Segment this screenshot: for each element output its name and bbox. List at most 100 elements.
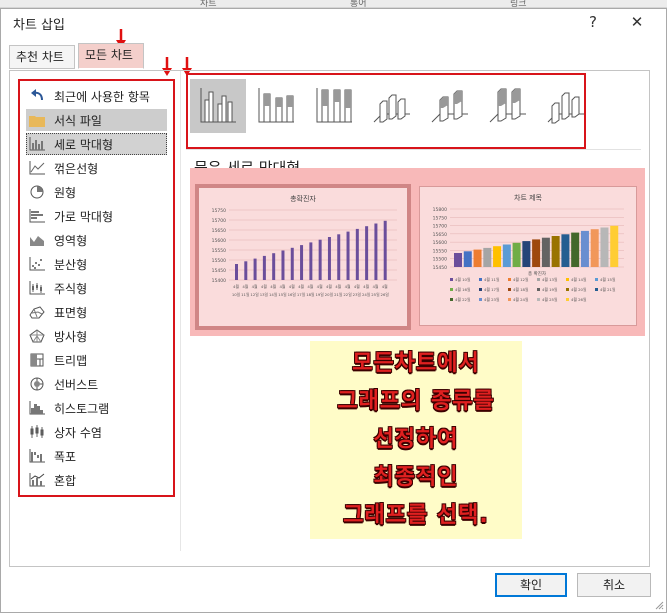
chart-subtype-gallery (186, 73, 586, 149)
category-radar[interactable]: 방사형 (26, 325, 167, 347)
stacked-100-column-icon[interactable] (306, 79, 362, 133)
category-histogram[interactable]: 히스토그램 (26, 397, 167, 419)
column-chart-icon (28, 136, 46, 152)
y-tick-label: 15600 (433, 240, 447, 246)
category-treemap[interactable]: 트리맵 (26, 349, 167, 371)
waterfall-icon (28, 448, 46, 464)
category-label: 세로 막대형 (54, 137, 114, 152)
close-button[interactable]: ✕ (627, 12, 647, 32)
y-tick-label: 15750 (212, 208, 226, 214)
legend-label: 4월 21일 (600, 287, 616, 292)
cancel-button[interactable]: 취소 (577, 573, 651, 597)
subtype-separator (186, 149, 641, 150)
category-line[interactable]: 꺾은선형 (26, 157, 167, 179)
stacked-column-icon[interactable] (248, 79, 304, 133)
x-tick-label: 19일 (315, 292, 324, 297)
preview-bar (327, 237, 331, 280)
category-label: 표면형 (54, 305, 88, 320)
preview-bar (493, 246, 502, 267)
x-tick-label: 4월 (382, 284, 388, 289)
category-label: 가로 막대형 (54, 209, 114, 224)
preview-chart-plot: 15800 15750 15700 15650 15600 15550 15500 15450… (433, 207, 624, 302)
ok-button[interactable]: 확인 (495, 573, 567, 597)
background-cell: 링크 (510, 0, 527, 8)
category-stock[interactable]: 주식형 (26, 277, 167, 299)
3d-stacked-100-column-icon[interactable] (480, 79, 536, 133)
radar-chart-icon (28, 328, 46, 344)
preview-bar (610, 225, 619, 267)
clustered-column-icon[interactable] (190, 79, 246, 133)
x-tick-label: 4월 (326, 284, 332, 289)
note-line: 모든차트에서 (352, 351, 480, 376)
y-tick-label: 15700 (212, 218, 226, 224)
chart-preview-option[interactable]: 총확진자 15750 15700 15650 15600 15550 15500 15450… (195, 184, 411, 330)
background-cell: 통어 (350, 0, 367, 8)
category-surface[interactable]: 표면형 (26, 301, 167, 323)
tab-all-charts[interactable]: 모든 차트 (78, 43, 144, 69)
x-tick-label: 4월 (298, 284, 304, 289)
x-tick-label: 20일 (325, 292, 334, 297)
category-label: 혼합 (54, 473, 77, 488)
3d-stacked-column-icon[interactable] (422, 79, 478, 133)
tab-recommended-charts[interactable]: 추천 차트 (9, 45, 75, 69)
category-label: 폭포 (54, 449, 77, 464)
help-button[interactable]: ? (583, 12, 603, 32)
legend-label: 4월 22일 (455, 297, 471, 302)
3d-column-icon[interactable] (538, 79, 594, 133)
preview-bar (318, 239, 322, 280)
y-tick-label: 15650 (433, 232, 447, 238)
x-tick-label: 18일 (306, 292, 315, 297)
legend-swatch (479, 298, 482, 301)
category-label: 트리맵 (54, 353, 88, 368)
legend-swatch (595, 278, 598, 281)
preview-bar (300, 245, 304, 280)
x-tick-label: 17일 (297, 292, 306, 297)
x-tick-label: 4월 (233, 284, 239, 289)
x-tick-label: 4월 (363, 284, 369, 289)
preview-bar (551, 236, 560, 267)
preview-bar (365, 226, 369, 280)
category-pie[interactable]: 원형 (26, 181, 167, 203)
legend-swatch (479, 288, 482, 291)
category-waterfall[interactable]: 폭포 (26, 445, 167, 467)
category-bar[interactable]: 가로 막대형 (26, 205, 167, 227)
category-area[interactable]: 영역형 (26, 229, 167, 251)
category-templates[interactable]: 서식 파일 (26, 109, 167, 131)
chart-category-list: 최근에 사용한 항목 서식 파일 세로 막대형 꺾은선형 원형 가로 막대형 영… (18, 79, 175, 497)
category-label: 선버스트 (54, 377, 99, 392)
legend-label: 4월 24일 (513, 297, 529, 302)
preview-bar (600, 227, 609, 267)
tab-content: 최근에 사용한 항목 서식 파일 세로 막대형 꺾은선형 원형 가로 막대형 영… (9, 70, 650, 567)
note-line: 그래프의 종류를 (337, 389, 495, 414)
y-tick-label: 15450 (433, 265, 447, 271)
category-recent[interactable]: 최근에 사용한 항목 (26, 85, 167, 107)
x-tick-label: 21일 (334, 292, 343, 297)
category-label: 원형 (54, 185, 77, 200)
category-box-whisker[interactable]: 상자 수염 (26, 421, 167, 443)
x-tick-label: 4월 (289, 284, 295, 289)
legend-label: 4월 10일 (455, 277, 471, 282)
legend-swatch (595, 288, 598, 291)
combo-chart-icon (28, 472, 46, 488)
x-tick-label: 25일 (371, 292, 380, 297)
category-column[interactable]: 세로 막대형 (26, 133, 167, 155)
preview-bar (454, 253, 462, 267)
category-combo[interactable]: 혼합 (26, 469, 167, 491)
chart-preview-option[interactable]: 차트 제목 15800 15750 15700 15650 15600 15550 1550… (419, 186, 637, 326)
note-line: 선정하여 (373, 427, 459, 452)
bar-chart-icon (28, 208, 46, 224)
category-scatter[interactable]: 분산형 (26, 253, 167, 275)
category-sunburst[interactable]: 선버스트 (26, 373, 167, 395)
x-tick-label: 4월 (242, 284, 248, 289)
insert-chart-dialog: 차트 삽입 ? ✕ 추천 차트 모든 차트 최근에 사용한 항목 서식 파일 세… (0, 8, 667, 613)
preview-bar (272, 253, 276, 280)
y-tick-label: 15550 (433, 248, 447, 254)
preview-bar (590, 229, 599, 267)
resize-grip-icon[interactable] (654, 600, 664, 610)
surface-chart-icon (28, 304, 46, 320)
legend-swatch (566, 298, 569, 301)
preview-bar (561, 234, 570, 267)
histogram-icon (28, 400, 46, 416)
category-label: 최근에 사용한 항목 (54, 89, 150, 104)
3d-clustered-column-icon[interactable] (364, 79, 420, 133)
